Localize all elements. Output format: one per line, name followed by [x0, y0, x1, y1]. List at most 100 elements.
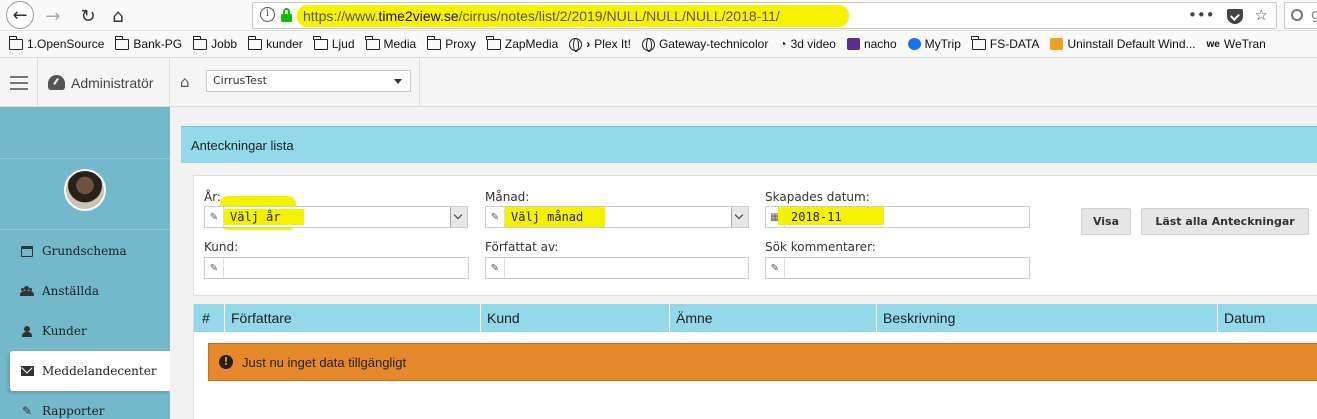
search-text: g [1311, 7, 1317, 23]
column-header-subject[interactable]: Ämne [669, 304, 876, 332]
sidebar-item-label: Rapporter [42, 404, 105, 418]
bookmark-label: MyTrip [924, 37, 961, 51]
bookmark-item[interactable]: nacho [846, 37, 897, 51]
bookmark-item[interactable]: Jobb [192, 36, 238, 51]
month-select[interactable]: ✎ Välj månad [485, 206, 749, 228]
bookmark-label: WeTran [1223, 37, 1266, 51]
empty-data-message: Just nu inget data tillgängligt [242, 354, 407, 370]
folder-icon [8, 36, 23, 50]
chevron-down-icon[interactable] [731, 207, 748, 227]
lock-icon[interactable] [281, 8, 292, 22]
menu-toggle-icon[interactable] [0, 58, 38, 107]
comment-search-input[interactable]: ✎ [765, 257, 1030, 279]
folder-icon [247, 36, 263, 50]
search-box[interactable]: g [1284, 2, 1317, 29]
bookmark-item[interactable]: Ljud [313, 36, 355, 51]
bookmark-star-icon[interactable]: ☆ [1255, 6, 1268, 24]
more-actions-icon[interactable]: ••• [1188, 6, 1215, 24]
sidebar-item-rapporter[interactable]: ✎ Rapporter [0, 391, 170, 419]
bookmark-item[interactable]: ◔ 3d video [779, 37, 836, 51]
year-select[interactable]: ✎ Välj år [204, 206, 468, 228]
users-icon [20, 286, 34, 296]
pencil-icon: ✎ [486, 207, 505, 227]
bookmark-label: 3d video [790, 37, 836, 51]
created-date-input[interactable]: ▦ 2018-11 [765, 206, 1030, 228]
empty-data-alert: ! Just nu inget data tillgängligt [208, 343, 1317, 381]
home-button[interactable]: ⌂ [105, 3, 131, 29]
read-all-notes-button[interactable]: Läst alla Anteckningar [1141, 208, 1309, 235]
signal-icon: ◔ [779, 37, 787, 51]
chevron-right-icon: › [586, 37, 591, 51]
month-label: Månad: [485, 190, 530, 204]
year-select-value: Välj år [230, 210, 281, 224]
bookmark-item[interactable]: › Plex It! [569, 37, 631, 52]
folder-icon [365, 36, 380, 50]
bookmark-item[interactable]: we WeTran [1207, 37, 1266, 51]
sidebar-item-label: Meddelandecenter [42, 364, 157, 378]
pencil-icon: ✎ [21, 404, 33, 418]
notes-table: # Författare Kund Ämne Beskrivning Datum… [193, 304, 1317, 419]
bookmark-label: Media [383, 37, 417, 51]
bookmark-item[interactable]: ZapMedia [486, 36, 559, 51]
admin-menu[interactable]: Administratör [38, 58, 170, 107]
bookmark-label: Proxy [445, 37, 476, 51]
column-header-author[interactable]: Författare [224, 304, 480, 332]
bookmark-item[interactable]: Bank-PG [114, 36, 182, 51]
folder-icon [192, 36, 208, 50]
column-header-customer[interactable]: Kund [480, 304, 669, 332]
show-button[interactable]: Visa [1081, 208, 1131, 235]
comment-search-label: Sök kommentarer: [765, 240, 876, 254]
bookmarks-bar: 1.OpenSource Bank-PG Jobb kunder Ljud Me… [0, 31, 1317, 58]
sidebar-item-meddelandecenter[interactable]: Meddelandecenter [10, 351, 170, 391]
chevron-down-icon[interactable] [450, 207, 467, 227]
bookmark-item[interactable]: MyTrip [907, 37, 961, 51]
bookmark-item[interactable]: Proxy [426, 36, 476, 51]
sidebar-item-label: Grundschema [42, 244, 127, 258]
home-icon[interactable]: ⌂ [180, 73, 190, 91]
year-label: År: [204, 190, 221, 204]
column-header-description[interactable]: Beskrivning [876, 304, 1217, 332]
sidebar: Grundschema Anställda Kunder Meddelandec… [0, 107, 170, 419]
dashboard-icon [48, 75, 65, 90]
bookmark-label: ZapMedia [504, 37, 559, 51]
author-label: Författat av: [485, 240, 559, 254]
table-header: # Författare Kund Ämne Beskrivning Datum [194, 304, 1317, 332]
folder-icon [426, 36, 442, 50]
install-icon [1050, 38, 1064, 50]
bookmark-label: nacho [863, 37, 897, 51]
bookmark-item[interactable]: kunder [247, 36, 303, 51]
bookmark-label: Jobb [211, 37, 238, 51]
reload-button[interactable]: ↻ [75, 3, 101, 29]
sidebar-item-anstallda[interactable]: Anställda [0, 271, 170, 311]
bookmark-item[interactable]: Media [365, 36, 417, 51]
url-text[interactable]: https://www.time2view.se/cirrus/notes/li… [303, 8, 780, 24]
forward-button[interactable]: → [40, 3, 66, 29]
avatar[interactable] [64, 169, 106, 211]
bookmark-item[interactable]: Gateway-technicolor [641, 37, 769, 52]
pocket-icon[interactable] [1226, 9, 1243, 24]
info-icon[interactable]: i [260, 7, 275, 22]
bookmark-item[interactable]: FS-DATA [971, 36, 1039, 51]
client-select[interactable]: CirrusTest [206, 70, 411, 92]
column-header-date[interactable]: Datum [1217, 304, 1317, 332]
pencil-icon: ✎ [486, 258, 505, 278]
calendar-icon [21, 245, 33, 257]
bookmark-item[interactable]: 1.OpenSource [8, 36, 104, 51]
customer-input[interactable]: ✎ [204, 257, 469, 279]
sidebar-item-kunder[interactable]: Kunder [0, 311, 170, 351]
globe-icon [641, 37, 655, 52]
folder-icon [114, 36, 130, 50]
app-header: Administratör ⌂ CirrusTest [0, 58, 1317, 107]
address-bar[interactable]: i https://www.time2view.se/cirrus/notes/… [252, 2, 1277, 29]
folder-icon [313, 36, 328, 50]
home-area: ⌂ CirrusTest [170, 58, 420, 107]
caret-down-icon [394, 79, 402, 84]
bookmark-item[interactable]: Uninstall Default Wind... [1050, 37, 1196, 51]
column-header-number[interactable]: # [194, 304, 224, 332]
bookmark-label: Gateway-technicolor [658, 37, 769, 51]
sidebar-item-grundschema[interactable]: Grundschema [0, 231, 170, 271]
pencil-icon: ✎ [205, 207, 224, 227]
author-input[interactable]: ✎ [485, 257, 749, 279]
warning-icon: ! [219, 355, 233, 369]
back-button[interactable]: ← [6, 1, 34, 29]
